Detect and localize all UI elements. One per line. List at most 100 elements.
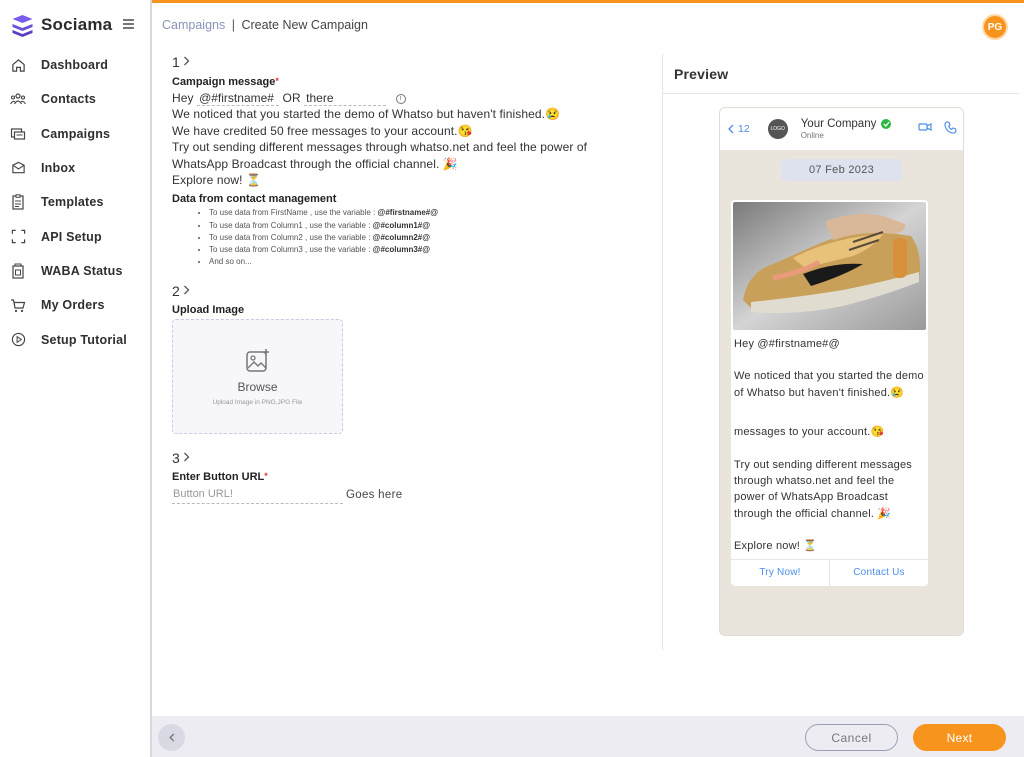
bracket-frame-icon <box>10 229 26 245</box>
chat-header-actions <box>918 121 957 134</box>
brand-name: Sociama <box>41 15 113 34</box>
verified-check-icon <box>881 119 892 129</box>
cancel-button[interactable]: Cancel <box>805 724 898 751</box>
next-button[interactable]: Next <box>913 724 1006 751</box>
breadcrumb-separator: | <box>231 18 235 32</box>
chat-header: 12 LOGO Your Company Online <box>720 108 963 150</box>
list-item: To use data from Column2 , use the varia… <box>209 232 652 244</box>
back-button[interactable] <box>158 724 185 751</box>
or-text: OR <box>282 91 301 105</box>
info-icon[interactable]: i <box>395 93 406 104</box>
image-upload-dropzone[interactable]: Browse Upload Image in PNG,JPG File <box>172 319 343 435</box>
sidebar-item-inbox[interactable]: Inbox <box>0 151 150 185</box>
bubble-text: Hey @#firstname#@ We noticed that you st… <box>733 330 926 555</box>
message-line[interactable]: Explore now! ⏳ <box>172 172 652 188</box>
chevron-right-icon <box>183 55 190 69</box>
url-suffix-text: Goes here <box>346 489 403 502</box>
phone-call-icon[interactable] <box>944 121 957 134</box>
chevron-left-icon <box>728 124 734 134</box>
list-item-text: And so on... <box>209 257 252 267</box>
message-line[interactable]: We noticed that you started the demo of … <box>172 106 652 122</box>
chevron-right-icon <box>183 284 190 298</box>
back-button[interactable]: 12 <box>728 123 750 135</box>
required-mark: * <box>275 76 279 86</box>
preview-paragraph: messages to your account.😘 <box>734 426 885 439</box>
sidebar-item-label: My Orders <box>41 298 105 313</box>
footer-bar: Cancel Next <box>152 716 1024 757</box>
play-circle-icon <box>10 332 26 348</box>
list-item: To use data from FirstName , use the var… <box>209 207 652 219</box>
sidebar-item-label: WABA Status <box>41 263 123 278</box>
campaign-message-label: Campaign message* <box>172 76 652 88</box>
button-url-input[interactable] <box>172 486 343 505</box>
menu-toggle-icon[interactable] <box>123 19 134 29</box>
name-variable-input[interactable] <box>197 91 280 106</box>
step-1-header[interactable]: 1 <box>172 52 652 72</box>
preview-paragraph: Try out sending different messages throu… <box>734 458 913 520</box>
step-2-header[interactable]: 2 <box>172 281 652 301</box>
video-call-icon[interactable] <box>918 121 932 133</box>
preview-panel: Preview 12 LOGO Your Company Online 07 F… <box>662 54 1019 650</box>
sidebar-item-label: Contacts <box>41 92 97 107</box>
add-image-icon <box>245 348 269 372</box>
avatar[interactable]: PG <box>982 14 1008 40</box>
contact-us-button[interactable]: Contact Us <box>829 559 928 586</box>
greeting-prefix: Hey <box>172 91 194 105</box>
variable-token: @#column3#@ <box>372 245 431 255</box>
inbox-icon <box>10 160 26 176</box>
chevron-right-icon <box>183 451 190 465</box>
message-line[interactable]: WhatsApp Broadcast through the official … <box>172 156 652 172</box>
divider <box>663 93 1019 94</box>
label-text: Campaign message <box>172 76 276 88</box>
clipboard-icon <box>10 194 26 210</box>
preview-title: Preview <box>674 66 729 82</box>
sidebar-item-contacts[interactable]: Contacts <box>0 82 150 116</box>
page-header: Campaigns | Create New Campaign PG <box>152 3 1024 45</box>
bubble-buttons: Try Now! Contact Us <box>731 558 928 586</box>
brand[interactable]: Sociama <box>10 13 112 37</box>
unread-count: 12 <box>738 123 750 135</box>
company-name-row: Your Company <box>801 118 892 130</box>
sidebar-item-api-setup[interactable]: API Setup <box>0 219 150 253</box>
contact-data-heading: Data from contact management <box>172 193 337 206</box>
required-mark: * <box>264 471 268 482</box>
sidebar-item-my-orders[interactable]: My Orders <box>0 288 150 322</box>
campaign-icon <box>10 126 26 142</box>
step-3-header[interactable]: 3 <box>172 448 652 468</box>
message-line[interactable]: We have credited 50 free messages to you… <box>172 123 652 139</box>
status-doc-icon <box>10 263 26 279</box>
fallback-name-input[interactable] <box>304 91 387 106</box>
sidebar-item-templates[interactable]: Templates <box>0 185 150 219</box>
company-info: Your Company Online <box>801 118 892 140</box>
sidebar-item-waba-status[interactable]: WABA Status <box>0 254 150 288</box>
sidebar-item-setup-tutorial[interactable]: Setup Tutorial <box>0 322 150 356</box>
upload-hint: Upload Image in PNG,JPG File <box>212 398 303 406</box>
online-status: Online <box>800 131 824 140</box>
list-item-text: To use data from Column2 , use the varia… <box>209 232 371 242</box>
sidebar-item-dashboard[interactable]: Dashboard <box>0 48 150 82</box>
sidebar-nav: Dashboard Contacts Campaigns Inbox Templ… <box>0 48 150 357</box>
company-name: Your Company <box>800 118 877 130</box>
list-item-text: To use data from Column1 , use the varia… <box>209 220 371 230</box>
cart-icon <box>10 297 26 313</box>
campaign-form: 1 Campaign message* Hey OR i We noticed … <box>172 52 652 505</box>
list-item: To use data from Column1 , use the varia… <box>209 220 652 232</box>
list-item: To use data from Column3 , use the varia… <box>209 244 652 256</box>
sidebar-item-label: Dashboard <box>41 58 109 73</box>
variable-token: @#firstname#@ <box>377 208 439 218</box>
step-number: 1 <box>172 54 180 70</box>
step-number: 3 <box>172 450 180 467</box>
step-number: 2 <box>172 283 180 300</box>
preview-greeting: Hey @#firstname#@ <box>734 338 840 350</box>
list-item: And so on... <box>209 256 652 268</box>
message-bubble: Hey @#firstname#@ We noticed that you st… <box>731 200 928 586</box>
try-now-button[interactable]: Try Now! <box>731 560 829 586</box>
sidebar-item-campaigns[interactable]: Campaigns <box>0 117 150 151</box>
sidebar-item-label: API Setup <box>41 229 102 244</box>
breadcrumb: Campaigns | Create New Campaign <box>162 18 368 32</box>
label-text: Enter Button URL <box>172 471 265 484</box>
breadcrumb-campaigns-link[interactable]: Campaigns <box>162 18 225 32</box>
phone-preview: 12 LOGO Your Company Online 07 Feb 2023 <box>719 107 964 636</box>
message-line[interactable]: Try out sending different messages throu… <box>172 139 652 155</box>
date-pill: 07 Feb 2023 <box>781 159 902 181</box>
